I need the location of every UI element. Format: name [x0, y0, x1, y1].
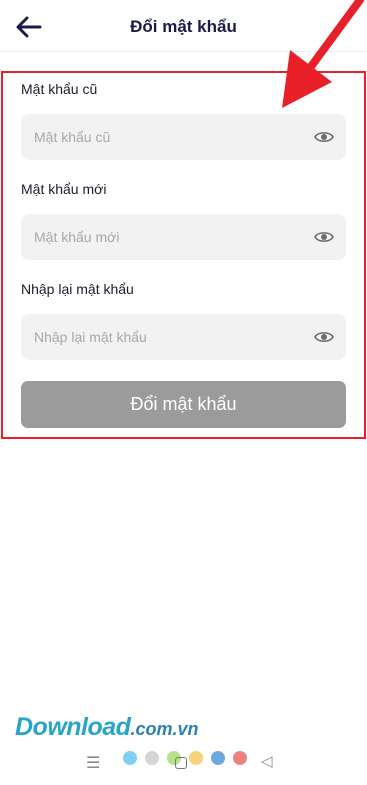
- new-password-field[interactable]: [21, 214, 346, 260]
- confirm-password-field[interactable]: [21, 314, 346, 360]
- annotation-arrow-icon: [282, 0, 364, 108]
- system-nav-bar: ☰ ◁: [0, 745, 367, 785]
- new-password-input[interactable]: [21, 214, 301, 260]
- menu-icon[interactable]: ☰: [86, 753, 100, 773]
- eye-icon[interactable]: [314, 129, 334, 145]
- watermark-dot: [211, 751, 225, 765]
- confirm-password-input[interactable]: [21, 314, 301, 360]
- download-watermark-logo: Download.com.vn: [15, 713, 199, 741]
- eye-icon[interactable]: [314, 229, 334, 245]
- watermark-dot: [145, 751, 159, 765]
- old-password-field[interactable]: [21, 114, 346, 160]
- confirm-password-label: Nhập lại mật khẩu: [21, 281, 134, 297]
- eye-icon[interactable]: [314, 329, 334, 345]
- watermark-dot: [123, 751, 137, 765]
- watermark-dot: [233, 751, 247, 765]
- old-password-input[interactable]: [21, 114, 301, 160]
- change-password-button[interactable]: Đổi mật khẩu: [21, 381, 346, 428]
- new-password-label: Mật khẩu mới: [21, 181, 107, 197]
- watermark-dot: [189, 751, 203, 765]
- back-triangle-icon[interactable]: ◁: [261, 752, 273, 770]
- home-icon[interactable]: [175, 757, 187, 769]
- old-password-label: Mật khẩu cũ: [21, 81, 98, 97]
